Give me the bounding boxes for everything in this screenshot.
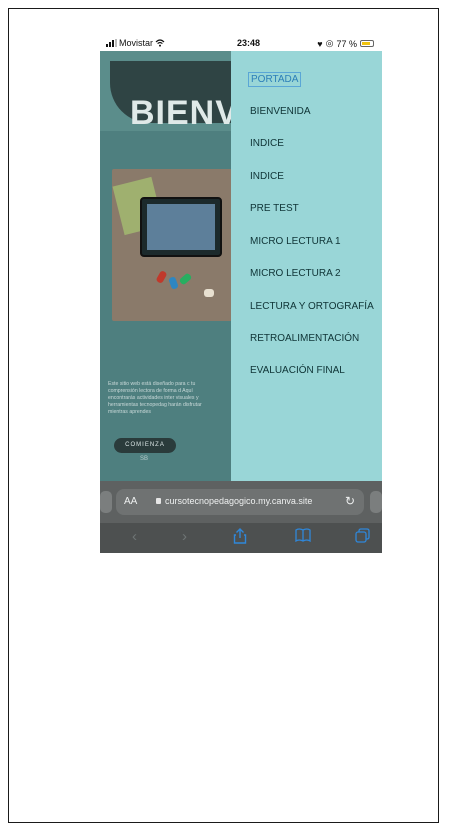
wifi-icon	[155, 39, 165, 47]
text-size-button[interactable]: AA	[124, 496, 137, 507]
url-text[interactable]: cursotecnopedagogico.my.canva.site	[165, 496, 312, 506]
signal-icon	[106, 39, 117, 47]
site-description: Este sitio web está diseñado para c tu c…	[108, 381, 202, 415]
screenshot-frame: Movistar 23:48 ♥ ◎ 77 % BIENV Este sitio…	[8, 8, 439, 823]
menu-item-retroalimentacion[interactable]: RETROALIMENTACIÓN	[250, 333, 359, 344]
bookmarks-icon[interactable]	[295, 528, 311, 547]
tabs-icon[interactable]	[355, 528, 370, 548]
address-bar-area: AA cursotecnopedagogico.my.canva.site ↻	[100, 481, 382, 523]
navigation-menu: PORTADA BIENVENIDA INDICE INDICE PRE TES…	[231, 51, 382, 481]
share-icon[interactable]	[233, 528, 247, 549]
start-button-sub: SB	[140, 456, 149, 462]
browser-toolbar: ‹ ›	[100, 523, 382, 553]
phone-screen: Movistar 23:48 ♥ ◎ 77 % BIENV Este sitio…	[100, 35, 382, 553]
status-bar: Movistar 23:48 ♥ ◎ 77 %	[100, 35, 382, 51]
carrier-name: Movistar	[119, 38, 154, 48]
menu-item-indice[interactable]: INDICE	[250, 138, 284, 149]
battery-percent: 77 %	[336, 38, 357, 49]
menu-item-portada[interactable]: PORTADA	[247, 72, 302, 87]
menu-item-indice-2[interactable]: INDICE	[250, 171, 284, 182]
location-icon: ◎	[325, 38, 334, 48]
hero-title: BIENV	[130, 94, 239, 132]
forward-icon[interactable]: ›	[182, 528, 187, 546]
battery-icon	[360, 40, 374, 47]
moon-icon: ♥	[317, 38, 323, 49]
start-button[interactable]: COMIENZA	[114, 438, 176, 453]
next-tab-peek[interactable]	[370, 491, 382, 513]
menu-item-pre-test[interactable]: PRE TEST	[250, 203, 299, 214]
address-bar[interactable]: AA cursotecnopedagogico.my.canva.site ↻	[116, 489, 364, 515]
menu-item-lectura-y-ortografia[interactable]: LECTURA Y ORTOGRAFÍA	[250, 301, 374, 312]
clock: 23:48	[237, 38, 261, 48]
menu-item-micro-lectura-1[interactable]: MICRO LECTURA 1	[250, 236, 341, 247]
reload-icon[interactable]: ↻	[345, 494, 355, 508]
lock-icon	[156, 498, 161, 504]
back-icon[interactable]: ‹	[132, 528, 137, 546]
menu-item-evaluacion-final[interactable]: EVALUACIÓN FINAL	[250, 365, 345, 376]
menu-item-bienvenida[interactable]: BIENVENIDA	[250, 106, 311, 117]
menu-item-micro-lectura-2[interactable]: MICRO LECTURA 2	[250, 268, 341, 279]
previous-tab-peek[interactable]	[100, 491, 112, 513]
hero-image	[112, 169, 232, 321]
